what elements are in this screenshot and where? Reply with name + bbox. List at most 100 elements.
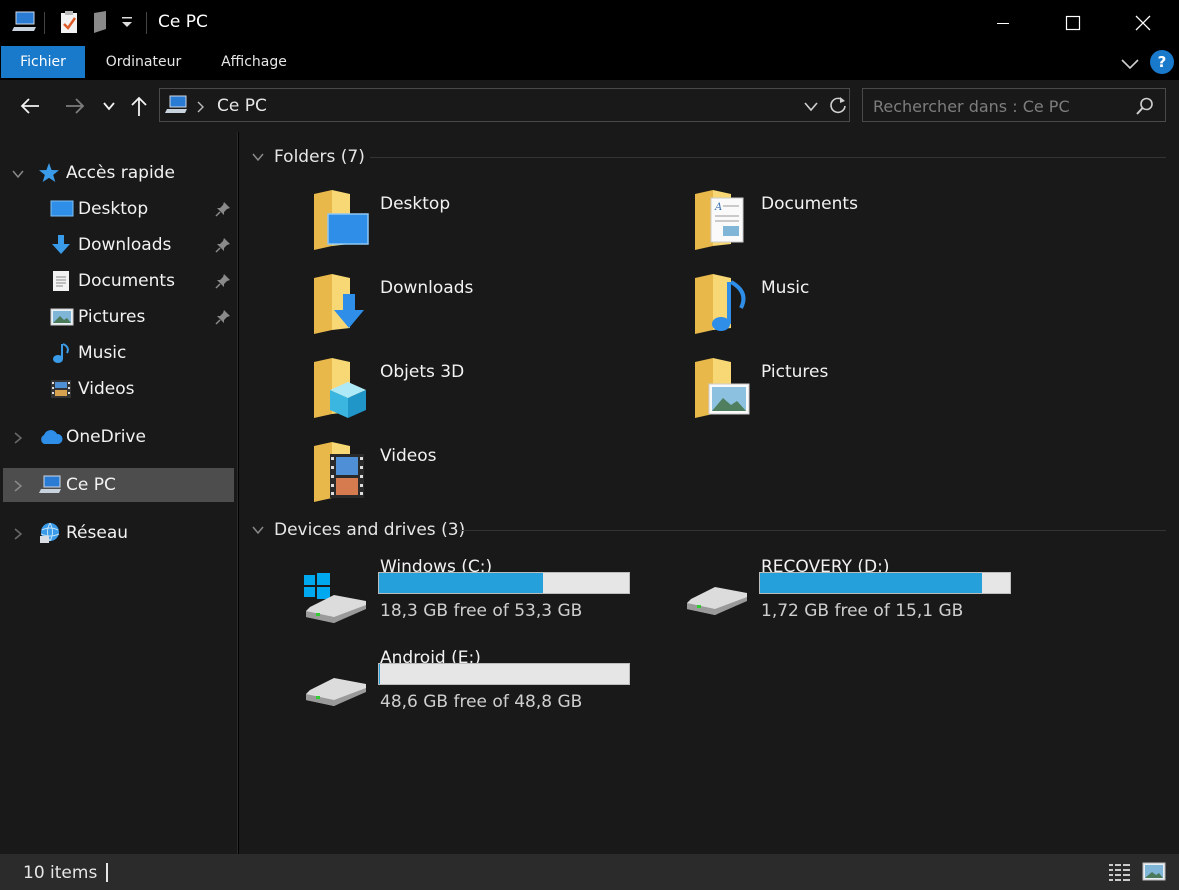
search-icon[interactable] (1135, 96, 1155, 120)
recent-locations-button[interactable] (99, 92, 119, 120)
folder-label: Videos (380, 446, 437, 466)
drive-usage-bar (378, 572, 630, 594)
this-pc-icon[interactable] (12, 9, 38, 39)
sidebar-item-downloads[interactable]: Downloads (0, 228, 236, 262)
folder-label: Objets 3D (380, 362, 465, 382)
up-button[interactable] (128, 92, 150, 120)
sidebar-item-documents[interactable]: Documents (0, 264, 236, 298)
drives-group-title: Devices and drives (3) (274, 520, 466, 540)
sidebar-item-label: Videos (78, 379, 135, 399)
folder-tile-downloads[interactable]: Downloads (312, 274, 612, 354)
sidebar-item-desktop[interactable]: Desktop (0, 192, 236, 226)
close-icon (1135, 15, 1151, 31)
folder-label: Desktop (380, 194, 451, 214)
drive-tile-windows-c[interactable]: Windows (C:) 18,3 GB free of 53,3 GB (304, 557, 644, 637)
network-icon (38, 521, 60, 543)
minimize-icon (997, 23, 1009, 24)
sidebar-item-label: Réseau (66, 523, 129, 543)
customize-toolbar-icon[interactable] (120, 14, 134, 34)
folder-tile-videos[interactable]: Videos (312, 442, 612, 522)
drive-icon (306, 678, 366, 706)
back-arrow-icon (20, 98, 39, 114)
sidebar-item-videos[interactable]: Videos (0, 372, 236, 406)
star-icon (38, 162, 60, 184)
details-view-icon[interactable] (1108, 862, 1132, 886)
chevron-right-icon[interactable] (11, 478, 25, 492)
drive-usage-bar (378, 663, 630, 685)
title-divider (146, 12, 147, 34)
expand-ribbon-icon[interactable] (1120, 56, 1140, 75)
sidebar-item-label: Pictures (78, 307, 146, 327)
sidebar-item-this-pc[interactable]: Ce PC (3, 468, 234, 502)
folder-tile-music[interactable]: Music (693, 274, 993, 354)
desktop-folder-icon (314, 190, 369, 250)
pin-icon[interactable] (215, 273, 231, 289)
maximize-icon (1065, 15, 1081, 31)
tab-fichier[interactable]: Fichier (1, 46, 85, 78)
help-button[interactable]: ? (1150, 50, 1174, 74)
tab-affichage[interactable]: Affichage (208, 46, 300, 78)
svg-text:A: A (714, 202, 722, 213)
folder-tile-pictures[interactable]: Pictures (693, 358, 993, 438)
pictures-folder-icon (695, 358, 750, 418)
sidebar-item-network[interactable]: Réseau (0, 516, 236, 550)
sidebar-item-pictures[interactable]: Pictures (0, 300, 236, 334)
folder-tile-desktop[interactable]: Desktop (312, 190, 612, 270)
sidebar-item-label: Accès rapide (66, 163, 175, 183)
downloads-folder-icon (314, 274, 364, 334)
pin-icon[interactable] (215, 309, 231, 325)
drive-tile-android-e[interactable]: Android (E:) 48,6 GB free of 48,8 GB (304, 648, 644, 728)
drive-icon (687, 587, 747, 615)
status-bar: 10 items (0, 854, 1179, 890)
refresh-icon[interactable] (828, 95, 848, 119)
breadcrumb-chevron-icon[interactable] (196, 99, 206, 118)
search-box[interactable]: Rechercher dans : Ce PC (862, 88, 1166, 122)
properties-icon[interactable] (58, 9, 80, 39)
drive-usage-bar (759, 572, 1011, 594)
navigation-pane: Accès rapide Desktop Downloads Documents (0, 132, 238, 854)
group-divider (370, 157, 1166, 158)
address-history-icon[interactable] (803, 99, 819, 118)
folder-tile-documents[interactable]: A Documents (693, 190, 993, 270)
folder-tile-3d-objects[interactable]: Objets 3D (312, 358, 612, 438)
drive-free-space: 18,3 GB free of 53,3 GB (380, 601, 583, 621)
download-icon (50, 234, 72, 256)
chevron-down-icon (252, 526, 264, 535)
chevron-right-icon[interactable] (11, 430, 25, 444)
windows-drive-icon (304, 573, 366, 623)
breadcrumb-this-pc[interactable]: Ce PC (217, 96, 267, 116)
chevron-down-icon (103, 102, 115, 111)
chevron-down-icon[interactable] (11, 166, 25, 180)
forward-button[interactable] (62, 92, 88, 120)
drive-usage-fill (379, 664, 380, 684)
music-folder-icon (695, 274, 746, 334)
pin-icon[interactable] (215, 237, 231, 253)
sidebar-item-onedrive[interactable]: OneDrive (0, 420, 236, 454)
music-icon (50, 342, 72, 364)
folders-group-header[interactable]: Folders (7) (251, 147, 365, 167)
folders-group-title: Folders (7) (274, 147, 365, 167)
maximize-button[interactable] (1038, 0, 1108, 46)
title-bar: Ce PC (0, 0, 1179, 46)
sidebar-item-music[interactable]: Music (0, 336, 236, 370)
sidebar-item-quick-access[interactable]: Accès rapide (0, 156, 236, 190)
search-placeholder: Rechercher dans : Ce PC (873, 97, 1070, 116)
chevron-down-icon (252, 153, 264, 162)
pin-icon[interactable] (215, 201, 231, 217)
minimize-button[interactable] (968, 0, 1038, 46)
back-button[interactable] (17, 92, 43, 120)
up-arrow-icon (131, 96, 147, 116)
address-bar[interactable]: Ce PC (159, 88, 850, 122)
close-button[interactable] (1108, 0, 1178, 46)
folder-label: Music (761, 278, 810, 298)
document-icon (50, 270, 72, 292)
chevron-right-icon[interactable] (11, 526, 25, 540)
new-folder-icon[interactable] (92, 9, 110, 39)
drives-group-header[interactable]: Devices and drives (3) (251, 520, 465, 540)
drive-tile-recovery-d[interactable]: RECOVERY (D:) 1,72 GB free of 15,1 GB (685, 557, 1025, 637)
tab-ordinateur[interactable]: Ordinateur (92, 46, 195, 78)
sidebar-item-label: Music (78, 343, 127, 363)
large-icons-view-icon[interactable] (1142, 861, 1166, 887)
this-pc-icon (38, 474, 61, 496)
folder-label: Pictures (761, 362, 829, 382)
